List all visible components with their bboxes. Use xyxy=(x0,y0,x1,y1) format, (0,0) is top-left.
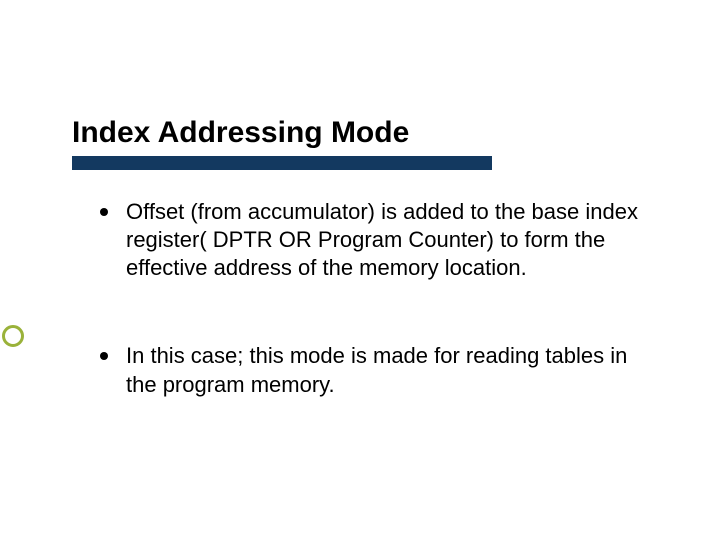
slide-title: Index Addressing Mode xyxy=(72,115,680,151)
accent-circle-icon xyxy=(2,325,24,347)
bullet-icon xyxy=(100,352,108,360)
bullet-text: In this case; this mode is made for read… xyxy=(126,342,660,398)
slide: Index Addressing Mode Offset (from accum… xyxy=(0,0,720,540)
title-underline-bar xyxy=(72,156,492,170)
content-area: Offset (from accumulator) is added to th… xyxy=(100,198,660,459)
list-item: In this case; this mode is made for read… xyxy=(100,342,660,398)
list-item: Offset (from accumulator) is added to th… xyxy=(100,198,660,282)
bullet-icon xyxy=(100,208,108,216)
bullet-text: Offset (from accumulator) is added to th… xyxy=(126,198,660,282)
title-area: Index Addressing Mode xyxy=(72,115,680,151)
